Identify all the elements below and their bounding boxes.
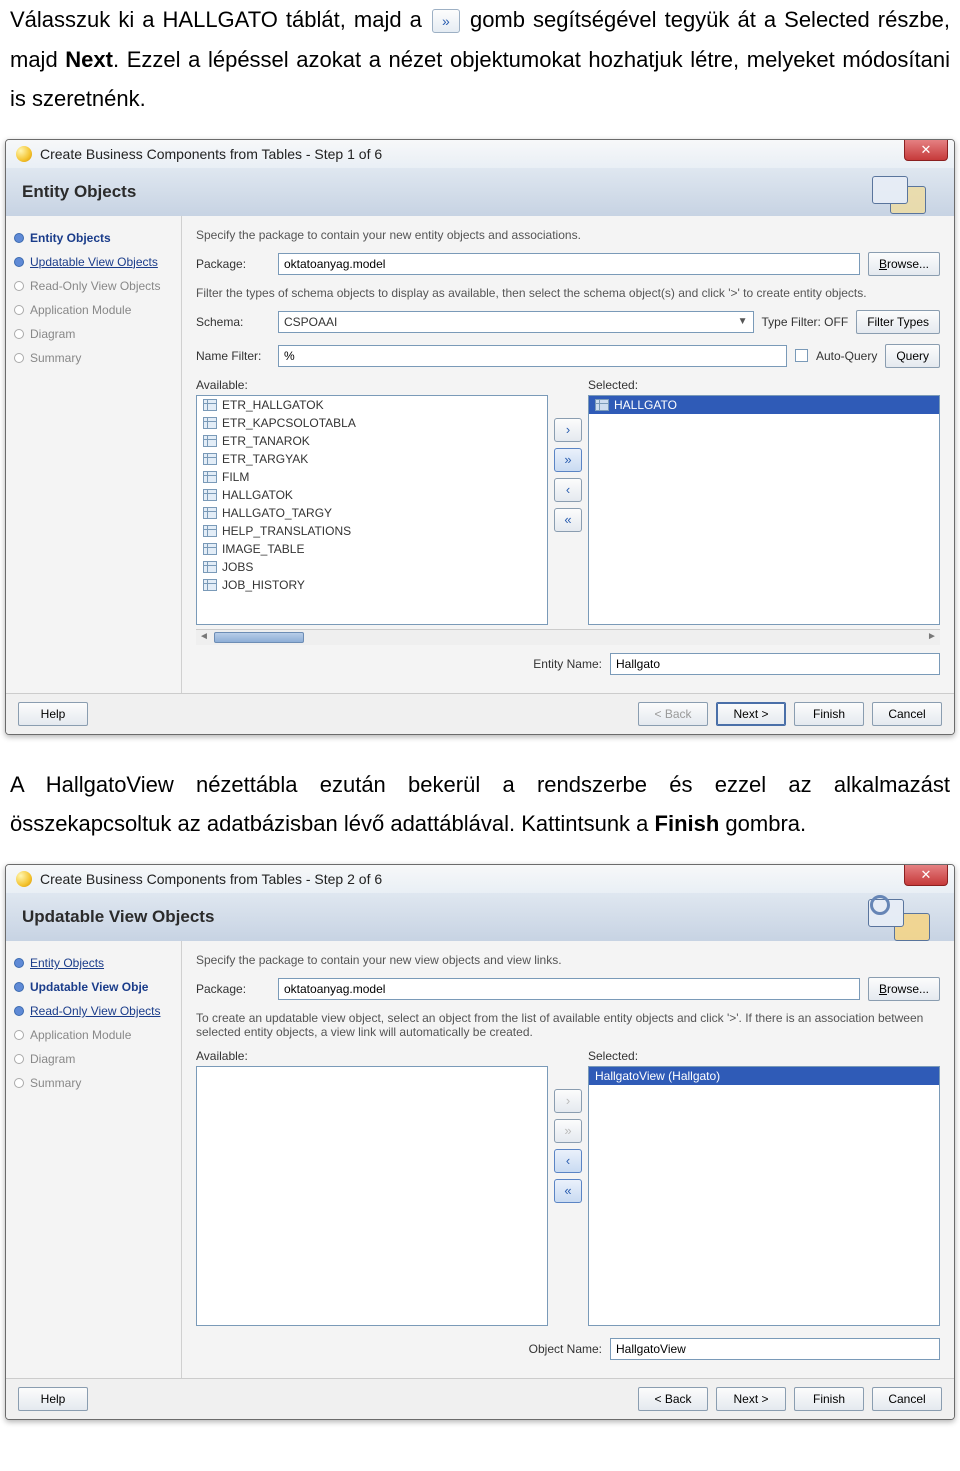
banner-title: Entity Objects: [22, 182, 938, 202]
nav-app-module-2: Application Module: [12, 1023, 175, 1047]
package-input-2[interactable]: [278, 978, 860, 1000]
nav-summary-2: Summary: [12, 1071, 175, 1095]
nav-app-module: Application Module: [12, 298, 175, 322]
back-button: < Back: [638, 702, 708, 726]
app-icon: [16, 871, 32, 887]
p2a: A HallgatoView nézettábla ezután bekerül…: [10, 772, 950, 837]
selected-list-2[interactable]: HallgatoView (Hallgato): [588, 1066, 940, 1326]
package-label: Package:: [196, 257, 270, 271]
titlebar: Create Business Components from Tables -…: [6, 140, 954, 168]
p1a: Válasszuk ki a HALLGATO táblát, majd a: [10, 7, 422, 32]
close-button-2[interactable]: ✕: [904, 864, 948, 886]
h-scrollbar[interactable]: ◄►: [196, 629, 940, 645]
dialog-title-2: Create Business Components from Tables -…: [40, 871, 382, 887]
finish-button-2[interactable]: Finish: [794, 1387, 864, 1411]
next-button-2[interactable]: Next >: [716, 1387, 786, 1411]
package-input[interactable]: [278, 253, 860, 275]
doc-paragraph-2: A HallgatoView nézettábla ezután bekerül…: [0, 765, 960, 864]
available-list-2[interactable]: [196, 1066, 548, 1326]
object-name-label: Object Name:: [529, 1342, 602, 1356]
shuttle-add-button[interactable]: ›: [554, 418, 582, 442]
hint-create-2: To create an updatable view object, sele…: [196, 1011, 940, 1039]
shuttle-remove-button[interactable]: ‹: [554, 478, 582, 502]
wizard-dialog-1: Create Business Components from Tables -…: [5, 139, 955, 735]
nav-diagram-2: Diagram: [12, 1047, 175, 1071]
shuttle-remove-button-2[interactable]: ‹: [554, 1149, 582, 1173]
schema-combo[interactable]: CSPOAAI▼: [278, 311, 754, 333]
name-filter-label: Name Filter:: [196, 349, 270, 363]
banner-deco-icon-2: [844, 899, 934, 947]
nav-entity-objects[interactable]: Entity Objects: [12, 226, 175, 250]
cancel-button-2[interactable]: Cancel: [872, 1387, 942, 1411]
package-label-2: Package:: [196, 982, 270, 996]
available-label: Available:: [196, 378, 548, 392]
help-button-2[interactable]: Help: [18, 1387, 88, 1411]
wizard-nav: Entity Objects Updatable View Objects Re…: [6, 216, 182, 693]
back-button-2[interactable]: < Back: [638, 1387, 708, 1411]
nav-updatable-view-2[interactable]: Updatable View Obje: [12, 975, 175, 999]
banner-2: Updatable View Objects: [6, 893, 954, 941]
entity-name-input[interactable]: [610, 653, 940, 675]
nav-readonly-view: Read-Only View Objects: [12, 274, 175, 298]
nav-entity-objects-2[interactable]: Entity Objects: [12, 951, 175, 975]
banner-title-2: Updatable View Objects: [22, 907, 938, 927]
filter-types-button[interactable]: Filter Types: [856, 310, 940, 334]
available-list[interactable]: ETR_HALLGATOK ETR_KAPCSOLOTABLA ETR_TANA…: [196, 395, 548, 625]
banner-deco-icon: [844, 174, 934, 222]
dialog-title: Create Business Components from Tables -…: [40, 146, 382, 162]
hint-package: Specify the package to contain your new …: [196, 228, 940, 242]
nav-diagram: Diagram: [12, 322, 175, 346]
hint-package-2: Specify the package to contain your new …: [196, 953, 940, 967]
help-button[interactable]: Help: [18, 702, 88, 726]
nav-updatable-view[interactable]: Updatable View Objects: [12, 250, 175, 274]
app-icon: [16, 146, 32, 162]
next-button[interactable]: Next >: [716, 702, 786, 726]
selected-list[interactable]: HALLGATO: [588, 395, 940, 625]
shuttle-add-all-button-2: »: [554, 1119, 582, 1143]
browse-button-2[interactable]: Browse...: [868, 977, 940, 1001]
finish-button[interactable]: Finish: [794, 702, 864, 726]
close-button[interactable]: ✕: [904, 139, 948, 161]
shuttle-buttons: › » ‹ «: [554, 378, 582, 532]
shuttle-add-all-button[interactable]: »: [554, 448, 582, 472]
shuttle-add-button-2: ›: [554, 1089, 582, 1113]
auto-query-label: Auto-Query: [816, 349, 877, 363]
wizard-dialog-2: Create Business Components from Tables -…: [5, 864, 955, 1420]
shuttle-buttons-2: › » ‹ «: [554, 1049, 582, 1203]
nav-summary: Summary: [12, 346, 175, 370]
wizard-nav-2: Entity Objects Updatable View Obje Read-…: [6, 941, 182, 1378]
shuttle-remove-all-button[interactable]: «: [554, 508, 582, 532]
shuttle-add-all-icon: »: [432, 9, 460, 33]
nav-readonly-view-2[interactable]: Read-Only View Objects: [12, 999, 175, 1023]
p1-next: Next: [65, 47, 113, 72]
schema-label: Schema:: [196, 315, 270, 329]
cancel-button[interactable]: Cancel: [872, 702, 942, 726]
auto-query-checkbox[interactable]: [795, 349, 808, 362]
p2-finish: Finish: [655, 811, 720, 836]
titlebar-2: Create Business Components from Tables -…: [6, 865, 954, 893]
query-button[interactable]: Query: [885, 344, 940, 368]
doc-paragraph-1: Válasszuk ki a HALLGATO táblát, majd a »…: [0, 0, 960, 139]
shuttle-remove-all-button-2[interactable]: «: [554, 1179, 582, 1203]
selected-label-2: Selected:: [588, 1049, 940, 1063]
hint-filter: Filter the types of schema objects to di…: [196, 286, 940, 300]
p1c: . Ezzel a lépéssel azokat a nézet objekt…: [10, 47, 950, 112]
browse-button[interactable]: BBrowse...rowse...: [868, 252, 940, 276]
name-filter-input[interactable]: [278, 345, 787, 367]
banner: Entity Objects: [6, 168, 954, 216]
p2b: gombra.: [725, 811, 806, 836]
available-label-2: Available:: [196, 1049, 548, 1063]
object-name-input[interactable]: [610, 1338, 940, 1360]
selected-label: Selected:: [588, 378, 940, 392]
type-filter-label: Type Filter: OFF: [762, 315, 849, 329]
entity-name-label: Entity Name:: [533, 657, 602, 671]
